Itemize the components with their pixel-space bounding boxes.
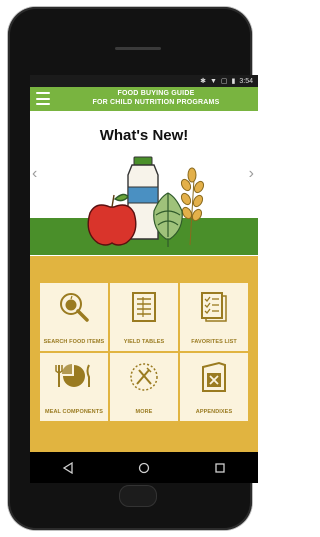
menu-grid-area: SEARCH FOOD ITEMS YIELD TABLES FAVORITES… bbox=[30, 256, 258, 452]
app-title-line1: FOOD BUYING GUIDE bbox=[117, 90, 195, 97]
app-screen: ✱ ▼ ▢ ▮ 3:54 FOOD BUYING GUIDE FOR CHILD… bbox=[30, 75, 258, 483]
meal-components-tile[interactable]: MEAL COMPONENTS bbox=[40, 353, 108, 421]
system-nav-bar bbox=[30, 452, 258, 483]
yield-tables-tile[interactable]: YIELD TABLES bbox=[110, 283, 178, 351]
home-icon[interactable] bbox=[132, 458, 156, 478]
tile-label: SEARCH FOOD ITEMS bbox=[43, 339, 105, 345]
wheat-icon bbox=[180, 167, 205, 246]
hamburger-menu-icon[interactable] bbox=[36, 92, 50, 105]
phone-home-button[interactable] bbox=[119, 485, 157, 507]
magnifier-apple-icon bbox=[60, 293, 89, 322]
fork-knife-clock-icon bbox=[130, 363, 158, 391]
back-icon[interactable] bbox=[56, 458, 80, 478]
no-sim-icon: ▢ bbox=[220, 78, 228, 85]
whats-new-banner[interactable]: What's New! ‹ › bbox=[30, 111, 258, 255]
phone-speaker bbox=[115, 47, 161, 50]
app-bar: FOOD BUYING GUIDE FOR CHILD NUTRITION PR… bbox=[30, 87, 258, 111]
wifi-icon: ▼ bbox=[209, 77, 217, 85]
tile-label: FAVORITES LIST bbox=[191, 339, 237, 345]
tile-label: APPENDIXES bbox=[195, 409, 233, 415]
bluetooth-icon: ✱ bbox=[200, 78, 206, 85]
phone-frame: ✱ ▼ ▢ ▮ 3:54 FOOD BUYING GUIDE FOR CHILD… bbox=[8, 7, 258, 530]
carousel-next-arrow-icon[interactable]: › bbox=[249, 165, 254, 183]
more-tile[interactable]: MORE bbox=[110, 353, 178, 421]
status-bar: ✱ ▼ ▢ ▮ 3:54 bbox=[30, 75, 258, 87]
appendixes-tile[interactable]: APPENDIXES bbox=[180, 353, 248, 421]
battery-icon: ▮ bbox=[231, 78, 236, 85]
food-illustration bbox=[87, 156, 205, 247]
document-table-icon bbox=[132, 292, 156, 322]
tile-label: YIELD TABLES bbox=[123, 339, 165, 345]
recents-icon[interactable] bbox=[208, 458, 232, 478]
meal-pie-icon bbox=[55, 364, 90, 387]
folder-x-icon bbox=[202, 361, 226, 392]
checklist-icon bbox=[201, 292, 227, 322]
status-time: 3:54 bbox=[239, 77, 253, 85]
carousel-prev-arrow-icon[interactable]: ‹ bbox=[32, 165, 37, 183]
tile-label: MORE bbox=[135, 409, 153, 415]
banner-heading: What's New! bbox=[99, 127, 189, 144]
search-food-items-tile[interactable]: SEARCH FOOD ITEMS bbox=[40, 283, 108, 351]
menu-grid: SEARCH FOOD ITEMS YIELD TABLES FAVORITES… bbox=[40, 283, 248, 421]
app-title-line2: FOR CHILD NUTRITION PROGRAMS bbox=[92, 99, 220, 106]
app-title: FOOD BUYING GUIDE FOR CHILD NUTRITION PR… bbox=[60, 89, 252, 107]
tile-label: MEAL COMPONENTS bbox=[45, 409, 103, 415]
favorites-list-tile[interactable]: FAVORITES LIST bbox=[180, 283, 248, 351]
